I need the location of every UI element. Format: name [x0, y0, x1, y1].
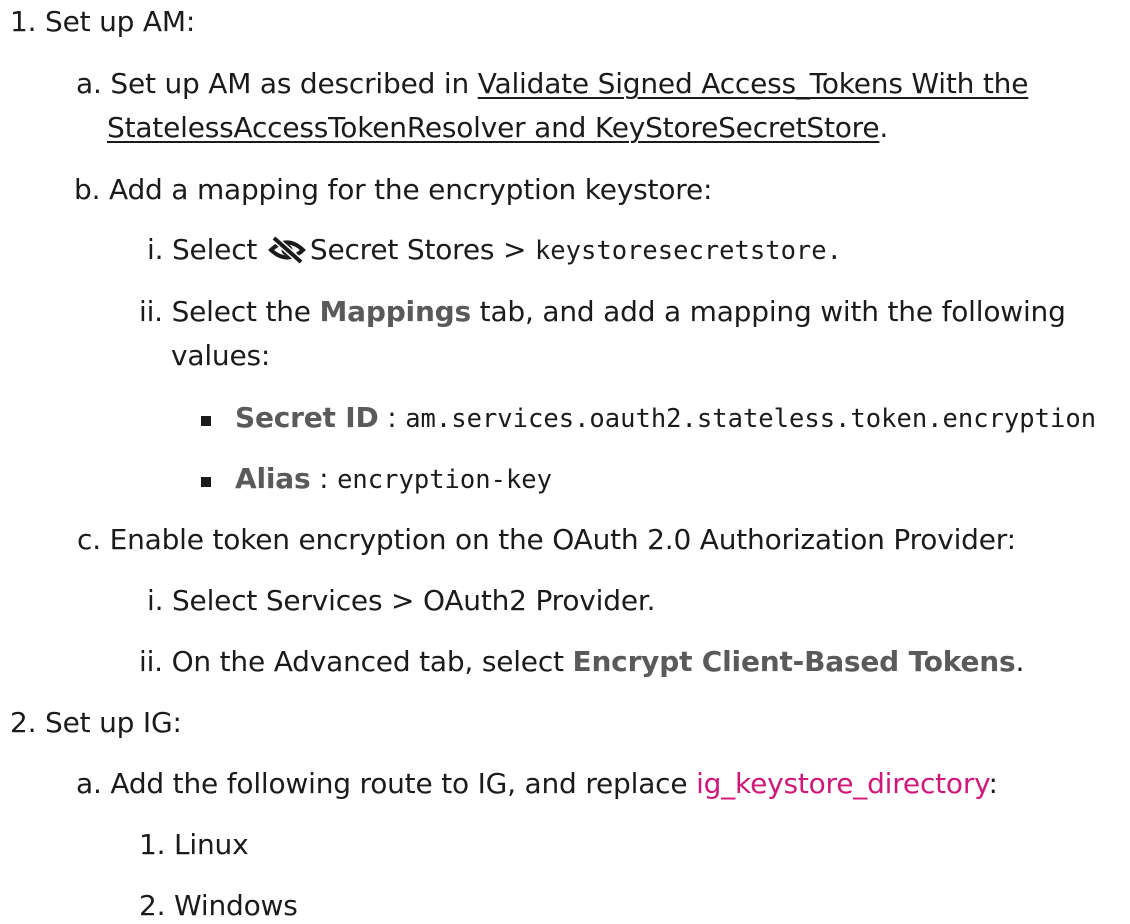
keystore-code: keystoresecretstore	[534, 236, 827, 266]
step-2a-prefix: Add the following route to IG, and repla…	[110, 767, 697, 800]
alias-sep: :	[310, 462, 338, 495]
encrypt-tokens-label: Encrypt Client-Based Tokens	[572, 645, 1016, 678]
step-2a: a. Add the following route to IG, and re…	[76, 766, 998, 802]
alias-value: encryption-key	[337, 465, 553, 495]
option-linux-label: Linux	[174, 828, 249, 861]
bullet-marker	[201, 477, 211, 487]
step-1c-number: c.	[77, 523, 101, 556]
validate-tokens-link-cont[interactable]: StatelessAccessTokenResolver and KeyStor…	[107, 111, 880, 144]
step-1c: c. Enable token encryption on the OAuth …	[77, 522, 1016, 558]
option-windows[interactable]: 2. Windows	[139, 888, 298, 924]
alias-label: Alias	[235, 462, 311, 495]
step-2a-number: a.	[76, 767, 102, 800]
bullet-alias: Alias : encryption-key	[235, 461, 552, 498]
step-1c-ii-suffix: .	[1015, 645, 1025, 678]
option-windows-label: Windows	[174, 889, 298, 922]
step-1b-i: i. Select Secret Stores > keystoresecret…	[147, 232, 842, 273]
step-1b-ii-line2-text: values:	[171, 339, 271, 372]
step-1b-ii: ii. Select the Mappings tab, and add a m…	[139, 294, 1066, 330]
step-1a: a. Set up AM as described in Validate Si…	[76, 66, 1028, 102]
step-1b-ii-prefix: Select the	[171, 295, 320, 328]
step-2a-suffix: :	[988, 767, 998, 800]
step-1b-i-suffix: .	[826, 236, 842, 266]
step-1c-ii: ii. On the Advanced tab, select Encrypt …	[139, 644, 1024, 680]
step-1b-ii-number: ii.	[139, 295, 163, 328]
step-1b-ii-suffix: tab, and add a mapping with the followin…	[470, 295, 1066, 328]
step-1c-i: i. Select Services > OAuth2 Provider.	[147, 583, 655, 619]
secret-id-sep: :	[378, 401, 406, 434]
step-1b-text: Add a mapping for the encryption keystor…	[108, 173, 713, 206]
option-windows-number: 2.	[139, 889, 166, 922]
step-1: 1. Set up AM:	[10, 4, 195, 40]
step-1a-prefix: Set up AM as described in	[110, 67, 478, 100]
step-1-number: 1.	[10, 5, 37, 38]
step-1b-i-middle: Secret Stores >	[309, 233, 527, 266]
step-1c-ii-number: ii.	[139, 645, 163, 678]
step-1c-i-number: i.	[147, 584, 164, 617]
step-2-number: 2.	[10, 706, 37, 739]
option-linux-number: 1.	[139, 828, 166, 861]
step-1b-number: b.	[74, 173, 101, 206]
step-1c-i-text: Select Services > OAuth2 Provider.	[171, 584, 656, 617]
step-1b-i-number: i.	[147, 233, 164, 266]
step-1b-ii-line2: values:	[171, 338, 270, 374]
bullet-marker	[201, 416, 211, 426]
step-1a-number: a.	[76, 67, 102, 100]
step-1c-ii-prefix: On the Advanced tab, select	[171, 645, 573, 678]
validate-tokens-link[interactable]: Validate Signed Access_Tokens With the	[478, 67, 1029, 100]
step-1b: b. Add a mapping for the encryption keys…	[74, 172, 712, 208]
step-1c-text: Enable token encryption on the OAuth 2.0…	[109, 523, 1016, 556]
keystore-directory-placeholder: ig_keystore_directory	[696, 767, 989, 800]
option-linux[interactable]: 1. Linux	[139, 827, 249, 863]
step-1a-line2: StatelessAccessTokenResolver and KeyStor…	[107, 110, 888, 146]
secret-id-value: am.services.oauth2.stateless.token.encry…	[405, 404, 1097, 434]
step-1b-i-prefix: Select	[171, 233, 258, 266]
step-2: 2. Set up IG:	[10, 705, 182, 741]
eye-slash-icon	[267, 235, 306, 273]
step-2-text: Set up IG:	[45, 706, 182, 739]
step-1a-suffix: .	[879, 111, 889, 144]
step-1-text: Set up AM:	[45, 5, 196, 38]
secret-id-label: Secret ID	[235, 401, 379, 434]
bullet-secret-id: Secret ID : am.services.oauth2.stateless…	[235, 400, 1096, 437]
mappings-tab-label: Mappings	[319, 295, 472, 328]
